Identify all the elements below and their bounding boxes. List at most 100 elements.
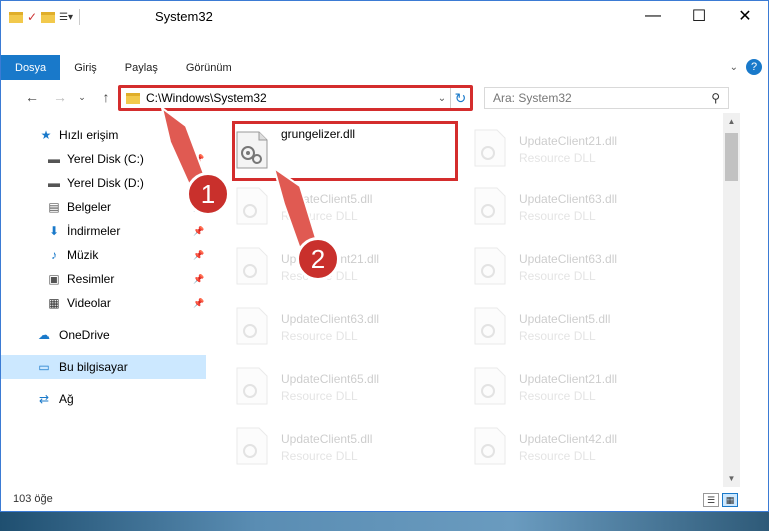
file-tile-selected[interactable]: grungelizer.dll — [235, 123, 465, 179]
file-list: grungelizer.dll UpdateClient21.dll Resou… — [208, 113, 723, 487]
file-tile[interactable]: UpdateClient63.dll Resource DLL — [235, 299, 465, 355]
file-type: Resource DLL — [281, 389, 358, 403]
sidebar-item-music[interactable]: ♪ Müzik 📌 — [1, 243, 206, 267]
tab-file[interactable]: Dosya — [1, 55, 61, 80]
sidebar-item-videos[interactable]: ▦ Videolar 📌 — [1, 291, 206, 315]
new-folder-icon[interactable] — [41, 11, 56, 23]
file-tile[interactable]: UpdateClient42.dll Resource DLL — [473, 419, 703, 475]
file-tile[interactable]: UpdateClient65.dll Resource DLL — [235, 359, 465, 415]
file-type: Resource DLL — [281, 209, 358, 223]
file-tile[interactable]: UpdateClient5.dll Resource DLL — [235, 419, 465, 475]
sidebar-item-label: Resimler — [67, 272, 115, 286]
item-count: 103 öğe — [13, 493, 53, 505]
expand-ribbon-icon[interactable]: ⌄ — [730, 62, 738, 73]
window-title: System32 — [155, 9, 213, 24]
sidebar-item-documents[interactable]: ▤ Belgeler 📌 — [1, 195, 206, 219]
dll-file-icon — [236, 427, 268, 465]
back-arrow-icon[interactable]: ← — [23, 88, 41, 106]
sidebar-item-label: Yerel Disk (C:) — [67, 152, 144, 166]
file-name: grungelizer.dll — [281, 127, 356, 141]
ribbon-tabs: Dosya Giriş Paylaş Görünüm — [1, 55, 246, 80]
sidebar-item-this-pc[interactable]: ▭ Bu bilgisayar — [1, 355, 206, 379]
computer-icon: ▭ — [38, 360, 50, 374]
folder-icon — [9, 11, 23, 23]
file-type: Resource DLL — [519, 269, 596, 283]
sidebar-item-label: İndirmeler — [67, 224, 121, 238]
sidebar-item-quick-access[interactable]: ★ Hızlı erişim — [1, 123, 206, 147]
file-name: UpdateClient63.dll — [519, 252, 618, 266]
music-icon: ♪ — [51, 248, 57, 262]
sidebar-item-network[interactable]: ⇄ Ağ — [1, 387, 206, 411]
tab-share[interactable]: Paylaş — [111, 55, 172, 80]
dll-file-icon — [236, 367, 268, 405]
file-tile[interactable]: UpdateClient21.dll Resource DLL — [235, 239, 465, 295]
sidebar-item-local-disk-d[interactable]: ▬ Yerel Disk (D:) 📌 — [1, 171, 206, 195]
sidebar-item-onedrive[interactable]: ☁ OneDrive — [1, 323, 206, 347]
pictures-icon: ▣ — [48, 272, 60, 286]
dll-file-icon — [236, 307, 268, 345]
pin-icon: 📌 — [193, 249, 205, 260]
drive-icon: ▬ — [48, 176, 60, 190]
tab-view[interactable]: Görünüm — [172, 55, 246, 80]
cloud-icon: ☁ — [38, 328, 50, 342]
customize-toolbar-icon[interactable]: ☰▾ — [59, 12, 73, 23]
sidebar-item-label: Videolar — [67, 296, 111, 310]
network-icon: ⇄ — [38, 392, 50, 406]
toolbar-divider — [79, 9, 81, 25]
dll-file-icon — [474, 187, 506, 225]
sidebar-item-label: Müzik — [67, 248, 99, 262]
properties-icon[interactable]: ✓ — [27, 10, 37, 24]
scroll-down-icon[interactable]: ▼ — [723, 470, 740, 487]
navigation-bar: ← → ⌄ ↑ C:\Windows\System32 ⌄ ↻ Ara: Sys… — [1, 84, 768, 111]
forward-arrow-icon[interactable]: → — [51, 88, 69, 106]
scroll-thumb[interactable] — [725, 133, 738, 181]
dll-file-icon — [474, 307, 506, 345]
step-badge-2: 2 — [296, 237, 340, 281]
file-tile[interactable]: UpdateClient5.dll Resource DLL — [473, 299, 703, 355]
star-icon: ★ — [40, 128, 52, 142]
window-controls: — ☐ ✕ — [630, 1, 768, 31]
search-input[interactable]: Ara: System32 ⚲ — [484, 87, 729, 109]
vertical-scrollbar[interactable]: ▲ ▼ — [723, 113, 740, 487]
maximize-button[interactable]: ☐ — [676, 1, 722, 31]
address-path[interactable]: C:\Windows\System32 — [146, 91, 434, 105]
dll-file-icon — [474, 247, 506, 285]
recent-locations-icon[interactable]: ⌄ — [73, 88, 91, 106]
sidebar-item-local-disk-c[interactable]: ▬ Yerel Disk (C:) 📌 — [1, 147, 206, 171]
file-tile[interactable]: UpdateClient21.dll Resource DLL — [473, 121, 703, 177]
sidebar-item-downloads[interactable]: ⬇ İndirmeler 📌 — [1, 219, 206, 243]
title-bar: ✓ ☰▾ System32 — ☐ ✕ — [1, 1, 768, 31]
file-name: UpdateClient5.dll — [519, 312, 611, 326]
file-type: Resource DLL — [519, 449, 596, 463]
pin-icon: 📌 — [193, 153, 205, 164]
pin-icon: 📌 — [193, 297, 205, 308]
file-tile[interactable]: UpdateClient21.dll Resource DLL — [473, 359, 703, 415]
file-type: Resource DLL — [281, 449, 358, 463]
up-arrow-icon[interactable]: ↑ — [97, 88, 115, 106]
file-tile[interactable]: UpdateClient63.dll Resource DLL — [473, 239, 703, 295]
close-button[interactable]: ✕ — [722, 1, 768, 31]
search-icon[interactable]: ⚲ — [711, 91, 720, 105]
file-type: Resource DLL — [519, 389, 596, 403]
quick-access-toolbar: ✓ ☰▾ — [9, 7, 82, 27]
sidebar-item-pictures[interactable]: ▣ Resimler 📌 — [1, 267, 206, 291]
file-tile[interactable]: UpdateClient5.dll Resource DLL — [235, 179, 465, 235]
address-bar[interactable]: C:\Windows\System32 ⌄ ↻ — [118, 85, 473, 111]
sidebar-item-label: Belgeler — [67, 200, 112, 214]
dll-file-icon — [236, 187, 268, 225]
file-type: Resource DLL — [519, 151, 596, 165]
minimize-button[interactable]: — — [630, 1, 676, 31]
details-view-icon[interactable]: ☰ — [703, 493, 719, 507]
file-name: UpdateClient21.dll — [519, 134, 618, 148]
tab-home[interactable]: Giriş — [60, 55, 111, 80]
chevron-down-icon[interactable]: ⌄ — [434, 93, 450, 104]
tiles-view-icon[interactable]: ▦ — [722, 493, 738, 507]
scroll-up-icon[interactable]: ▲ — [723, 113, 740, 130]
sidebar-item-label: OneDrive — [59, 328, 110, 342]
dll-file-icon — [236, 131, 268, 169]
help-icon[interactable]: ? — [746, 59, 762, 75]
file-tile[interactable]: UpdateClient63.dll Resource DLL — [473, 179, 703, 235]
step-badge-1: 1 — [186, 172, 230, 216]
refresh-icon[interactable]: ↻ — [450, 88, 470, 108]
file-name: UpdateClient65.dll — [281, 372, 380, 386]
